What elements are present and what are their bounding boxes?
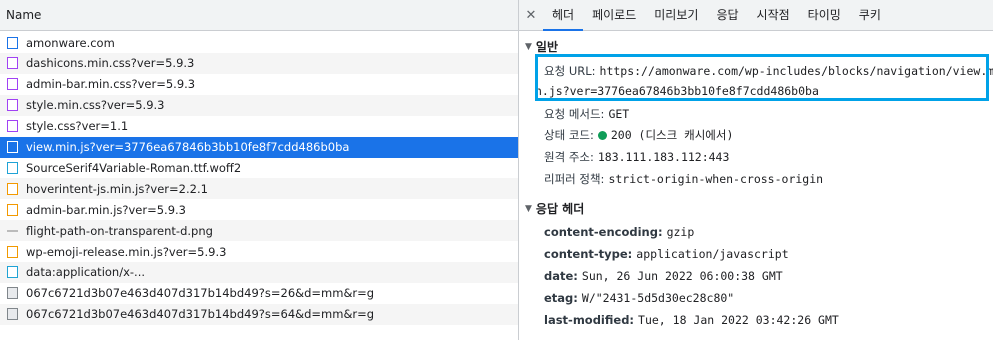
- request-row[interactable]: amonware.com: [0, 32, 518, 53]
- response-header-row: content-encoding: gzip: [544, 225, 695, 239]
- request-name: flight-path-on-transparent-d.png: [26, 223, 213, 238]
- js-file-icon: [7, 182, 18, 195]
- css-file-icon: [7, 120, 18, 133]
- request-row[interactable]: admin-bar.min.css?ver=5.9.3: [0, 74, 518, 95]
- request-name: style.css?ver=1.1: [26, 119, 129, 134]
- request-name: 067c6721d3b07e463d407d317b14bd49?s=64&d=…: [26, 307, 375, 322]
- tab-timing[interactable]: 타이밍: [799, 0, 850, 31]
- response-header-row: content-type: application/javascript: [544, 247, 789, 261]
- font-file-icon: [7, 161, 18, 174]
- image-file-icon: [7, 308, 18, 321]
- response-headers-section-header[interactable]: ▼ 응답 헤더: [525, 200, 584, 217]
- status-code-row: 상태 코드: 200 (디스크 캐시에서): [544, 128, 734, 142]
- request-name: admin-bar.min.js?ver=5.9.3: [26, 202, 186, 217]
- triangle-down-icon: ▼: [525, 203, 532, 214]
- image-file-icon: [7, 225, 18, 237]
- request-name: hoverintent-js.min.js?ver=2.2.1: [26, 181, 208, 196]
- request-row[interactable]: 067c6721d3b07e463d407d317b14bd49?s=64&d=…: [0, 303, 518, 325]
- request-name: 067c6721d3b07e463d407d317b14bd49?s=26&d=…: [26, 286, 375, 301]
- request-method-row: 요청 메서드: GET: [544, 107, 630, 121]
- request-row[interactable]: style.css?ver=1.1: [0, 116, 518, 137]
- details-tab-bar: ✕ 헤더 페이로드 미리보기 응답 시작점 타이밍 쿠키: [519, 0, 993, 31]
- css-file-icon: [7, 57, 18, 70]
- url-highlight-box: [535, 54, 989, 101]
- request-row[interactable]: SourceSerif4Variable-Roman.ttf.woff2: [0, 157, 518, 178]
- request-row[interactable]: style.min.css?ver=5.9.3: [0, 94, 518, 116]
- request-row[interactable]: wp-emoji-release.min.js?ver=5.9.3: [0, 241, 518, 262]
- response-header-row: etag: W/"2431-5d5d30ec28c80": [544, 291, 735, 305]
- request-name: style.min.css?ver=5.9.3: [26, 98, 165, 113]
- tab-payload[interactable]: 페이로드: [583, 0, 645, 31]
- tab-preview[interactable]: 미리보기: [645, 0, 707, 31]
- css-file-icon: [7, 78, 18, 91]
- request-name: amonware.com: [26, 35, 115, 50]
- request-details-panel: ✕ 헤더 페이로드 미리보기 응답 시작점 타이밍 쿠키 ▼ 일반 요청 URL…: [519, 0, 993, 340]
- css-file-icon: [7, 99, 18, 112]
- request-row[interactable]: admin-bar.min.js?ver=5.9.3: [0, 199, 518, 220]
- request-row[interactable]: view.min.js?ver=3776ea67846b3bb10fe8f7cd…: [0, 136, 518, 158]
- name-column-header[interactable]: Name: [0, 0, 518, 31]
- tab-response[interactable]: 응답: [707, 0, 747, 31]
- request-name: data:application/x-...: [26, 265, 146, 280]
- tab-headers[interactable]: 헤더: [543, 0, 584, 31]
- image-file-icon: [7, 287, 18, 300]
- js-file-icon: [7, 203, 18, 216]
- name-column-label: Name: [6, 8, 42, 22]
- triangle-down-icon: ▼: [525, 41, 532, 52]
- referrer-policy-row: 리퍼러 정책: strict-origin-when-cross-origin: [544, 172, 824, 186]
- remote-address-row: 원격 주소: 183.111.183.112:443: [544, 150, 730, 164]
- response-header-row: date: Sun, 26 Jun 2022 06:00:38 GMT: [544, 269, 783, 283]
- request-list-panel: Name amonware.com dashicons.min.css?ver=5…: [0, 0, 519, 340]
- tab-cookies[interactable]: 쿠키: [850, 0, 890, 31]
- request-name: view.min.js?ver=3776ea67846b3bb10fe8f7cd…: [26, 140, 350, 154]
- request-name: dashicons.min.css?ver=5.9.3: [26, 56, 195, 71]
- font-file-icon: [7, 266, 18, 279]
- js-file-icon: [7, 245, 18, 258]
- status-ok-dot-icon: [597, 131, 607, 140]
- request-name: SourceSerif4Variable-Roman.ttf.woff2: [26, 160, 242, 175]
- request-row[interactable]: hoverintent-js.min.js?ver=2.2.1: [0, 178, 518, 200]
- js-file-icon: [7, 141, 18, 153]
- request-row[interactable]: dashicons.min.css?ver=5.9.3: [0, 52, 518, 74]
- close-icon[interactable]: ✕: [519, 8, 543, 23]
- tab-initiator[interactable]: 시작점: [748, 0, 799, 31]
- request-row[interactable]: data:application/x-...: [0, 261, 518, 283]
- document-icon: [7, 36, 18, 49]
- request-name: admin-bar.min.css?ver=5.9.3: [26, 77, 196, 92]
- request-name: wp-emoji-release.min.js?ver=5.9.3: [26, 244, 227, 259]
- request-row[interactable]: 067c6721d3b07e463d407d317b14bd49?s=26&d=…: [0, 283, 518, 304]
- response-header-row: last-modified: Tue, 18 Jan 2022 03:42:26 …: [544, 313, 839, 327]
- general-section-header[interactable]: ▼ 일반: [525, 38, 558, 55]
- request-row[interactable]: flight-path-on-transparent-d.png: [0, 220, 518, 242]
